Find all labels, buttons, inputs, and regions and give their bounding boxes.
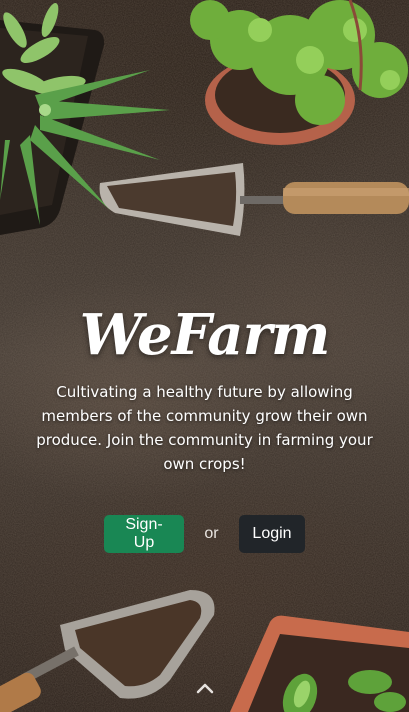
landing-page: WeFarm Cultivating a healthy future by a… xyxy=(0,0,409,712)
brand-logo: WeFarm xyxy=(79,302,331,368)
tagline-text: Cultivating a healthy future by allowing… xyxy=(36,383,373,473)
hero-section: WeFarm Cultivating a healthy future by a… xyxy=(0,300,409,476)
chevron-up-icon[interactable] xyxy=(196,682,214,694)
login-button[interactable]: Login xyxy=(239,515,305,553)
auth-actions: Sign-Up or Login xyxy=(0,515,409,553)
or-separator: or xyxy=(204,525,219,542)
signup-button[interactable]: Sign-Up xyxy=(104,515,184,553)
